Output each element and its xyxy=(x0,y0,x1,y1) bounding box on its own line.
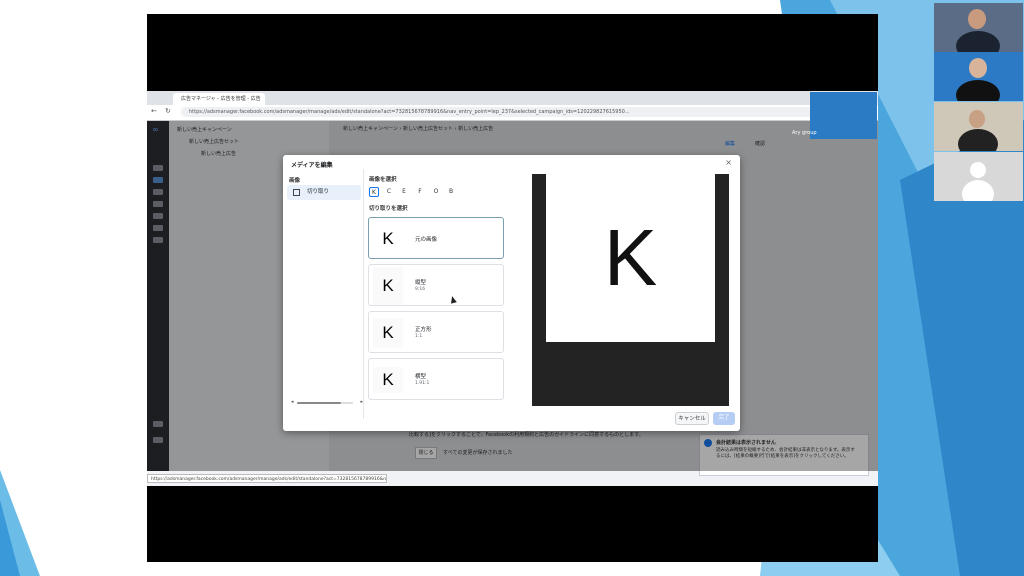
crop-ratio: 9:16 xyxy=(415,287,426,292)
crop-name: 横型 xyxy=(415,374,427,380)
cancel-button[interactable]: キャンセル xyxy=(675,412,709,425)
avatar-body-icon xyxy=(962,180,994,201)
crop-option-original[interactable]: K 元の画像 xyxy=(368,217,504,259)
select-crop-label: 切り取りを選択 xyxy=(369,206,408,212)
horizontal-scrollbar[interactable]: ◂ ▸ xyxy=(291,399,363,405)
dialog-divider xyxy=(363,169,364,419)
crop-icon xyxy=(293,189,300,196)
crop-menu-label: 切り取り xyxy=(307,189,330,195)
image-option-c[interactable]: C xyxy=(384,187,394,197)
person-head xyxy=(969,58,987,78)
participant-video-3[interactable] xyxy=(934,102,1023,151)
participant-tile-logo xyxy=(810,92,877,139)
crop-thumbnail: K xyxy=(373,318,403,348)
status-bar-url: https://adsmanager.facebook.com/adsmanag… xyxy=(147,474,387,483)
person-head xyxy=(969,110,985,128)
image-preview: K xyxy=(532,174,729,406)
crop-option-square[interactable]: K 正方形 1:1 xyxy=(368,311,504,353)
back-icon[interactable]: ← xyxy=(151,107,157,115)
person-body xyxy=(956,31,1000,52)
image-option-f[interactable]: F xyxy=(415,187,425,197)
scroll-left-icon[interactable]: ◂ xyxy=(291,399,294,405)
person-head xyxy=(968,9,986,29)
image-option-o[interactable]: O xyxy=(431,187,441,197)
image-section-label: 画像 xyxy=(289,178,301,184)
avatar-head-icon xyxy=(970,162,986,178)
select-image-label: 画像を選択 xyxy=(369,177,397,183)
reload-icon[interactable]: ↻ xyxy=(165,107,171,115)
crop-thumbnail: K xyxy=(373,224,403,254)
browser-tab[interactable]: 広告マネージャ - 広告を管理 - 広告 xyxy=(173,93,265,105)
scroll-thumb[interactable] xyxy=(297,402,341,404)
crop-ratio: 1:1 xyxy=(415,334,423,339)
done-button[interactable]: 完了 xyxy=(713,412,735,425)
image-option-k[interactable]: K xyxy=(369,187,379,197)
edit-media-dialog: メディアを編集 × 画像 切り取り 画像を選択 K C E F O B 切り取り… xyxy=(283,155,740,431)
image-option-e[interactable]: E xyxy=(399,187,409,197)
tab-bar: 広告マネージャ - 広告を管理 - 広告 xyxy=(147,91,878,105)
person-body xyxy=(956,80,1000,101)
scroll-right-icon[interactable]: ▸ xyxy=(360,399,363,405)
crop-name: 縦型 xyxy=(415,280,427,286)
participant-name: Ary group xyxy=(792,130,817,136)
preview-letter: K xyxy=(603,213,658,302)
crop-thumbnail: K xyxy=(373,367,403,393)
url-input[interactable]: https://adsmanager.facebook.com/adsmanag… xyxy=(181,107,831,117)
close-icon[interactable]: × xyxy=(725,158,732,167)
crop-option-horizontal[interactable]: K 横型 1.91:1 xyxy=(368,358,504,400)
preview-image: K xyxy=(546,174,715,342)
crop-name: 正方形 xyxy=(415,327,432,333)
crop-thumbnail: K xyxy=(373,267,403,305)
crop-name: 元の画像 xyxy=(415,237,438,243)
participant-video-2[interactable] xyxy=(934,52,1023,101)
person-body xyxy=(958,129,998,151)
participant-video-1[interactable] xyxy=(934,3,1023,52)
crop-menu-item[interactable]: 切り取り xyxy=(287,185,361,200)
address-bar: ← ↻ https://adsmanager.facebook.com/adsm… xyxy=(147,105,878,121)
crop-option-vertical[interactable]: K 縦型 9:16 xyxy=(368,264,504,306)
dialog-title: メディアを編集 xyxy=(291,162,333,169)
crop-ratio: 1.91:1 xyxy=(415,381,430,386)
image-option-b[interactable]: B xyxy=(446,187,456,197)
participant-video-4[interactable] xyxy=(934,152,1023,201)
